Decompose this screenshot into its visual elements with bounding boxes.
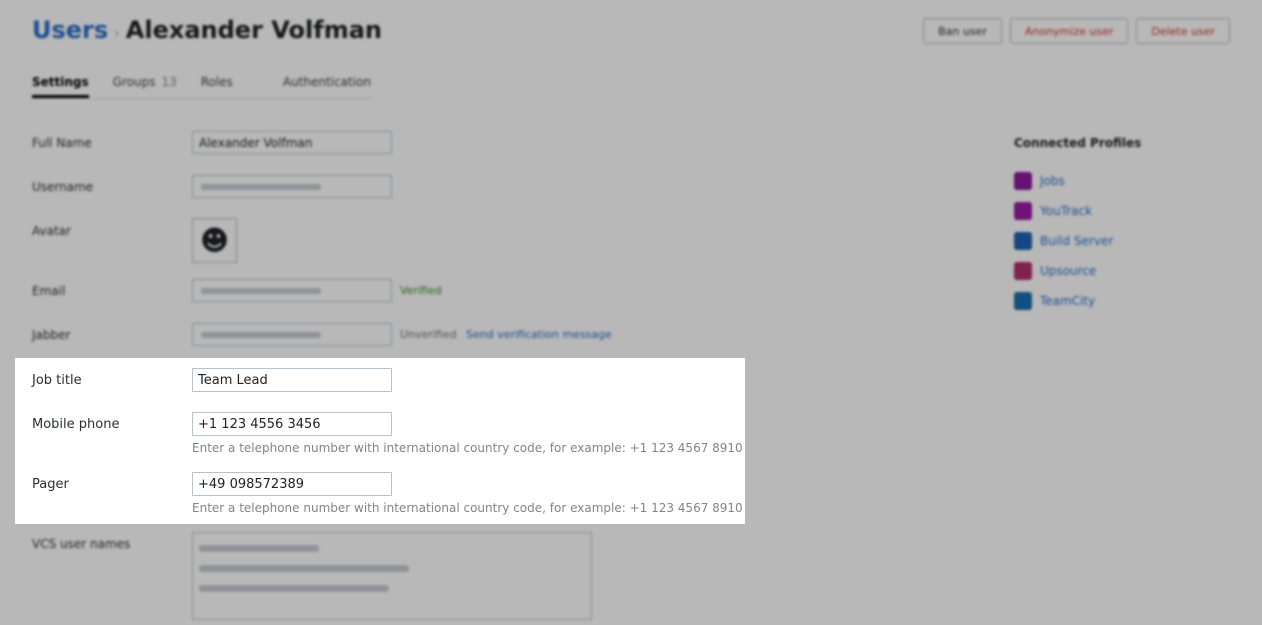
tab-groups-count: 13 [161,75,177,89]
email-label: Email [32,284,66,298]
jabber-label: Jabber [32,328,71,342]
delete-user-button[interactable]: Delete user [1136,18,1230,44]
job-title-label: Job title [32,373,82,388]
email-input[interactable] [192,279,392,302]
pager-hint: Enter a telephone number with internatio… [192,501,743,515]
username-input[interactable] [192,175,392,198]
vcs-line [199,565,409,572]
build-server-icon [1014,232,1032,250]
profile-youtrack-label: YouTrack [1040,204,1093,218]
mobile-phone-input[interactable] [192,412,392,436]
username-label: Username [32,180,94,194]
connected-profiles-title: Connected Profiles [1014,136,1142,150]
avatar[interactable]: ☻ [192,218,237,263]
jabber-input[interactable] [192,323,392,346]
tab-groups[interactable]: Groups 13 [113,75,177,98]
vcs-line [199,585,389,592]
tab-roles[interactable]: Roles [201,75,233,98]
youtrack-icon [1014,202,1032,220]
breadcrumb-separator-icon: › [114,26,120,42]
tab-bar: Settings Groups 13 Roles Authentication [32,75,371,99]
jobs-icon [1014,172,1032,190]
full-name-label: Full Name [32,136,92,150]
tab-roles-label: Roles [200,75,233,89]
pager-input[interactable] [192,472,392,496]
profile-youtrack[interactable]: YouTrack [1014,202,1092,220]
upsource-icon [1014,262,1032,280]
profile-jobs-label: Jobs [1040,174,1065,188]
highlighted-contact-section: Job title Mobile phone Enter a telephone… [15,358,745,524]
tab-authentication-label: Authentication [282,75,371,89]
anonymize-user-button[interactable]: Anonymize user [1009,18,1129,44]
header-actions: Ban user Anonymize user Delete user [923,18,1230,44]
profile-teamcity[interactable]: TeamCity [1014,292,1095,310]
profile-build-server-label: Build Server [1040,234,1114,248]
mobile-phone-label: Mobile phone [32,417,120,432]
profile-jobs[interactable]: Jobs [1014,172,1065,190]
vcs-line [199,545,319,552]
background-page: Users › Alexander Volfman Ban user Anonymi… [0,0,1262,625]
mobile-phone-hint: Enter a telephone number with internatio… [192,441,743,455]
vcs-user-names-label: VCS user names [32,537,131,551]
profile-build-server[interactable]: Build Server [1014,232,1113,250]
profile-upsource[interactable]: Upsource [1014,262,1096,280]
ban-user-button[interactable]: Ban user [923,18,1002,44]
teamcity-icon [1014,292,1032,310]
tab-authentication[interactable]: Authentication [283,75,371,98]
jabber-unverified-status: Unverified [400,328,457,341]
profile-teamcity-label: TeamCity [1040,294,1096,308]
page-title: Users › Alexander Volfman [32,16,382,44]
send-verification-link[interactable]: Send verification message [466,328,612,341]
avatar-label: Avatar [32,224,71,238]
tab-groups-label: Groups [112,75,156,89]
vcs-user-names-textarea[interactable] [192,532,592,620]
user-name-heading: Alexander Volfman [125,16,382,44]
job-title-input[interactable] [192,368,392,392]
profile-upsource-label: Upsource [1040,264,1097,278]
tab-settings[interactable]: Settings [32,75,89,98]
email-verified-status: Verified [400,284,442,297]
full-name-input[interactable] [192,131,392,154]
tab-settings-label: Settings [32,75,89,89]
pager-label: Pager [32,477,69,492]
breadcrumb-users[interactable]: Users [32,16,108,44]
